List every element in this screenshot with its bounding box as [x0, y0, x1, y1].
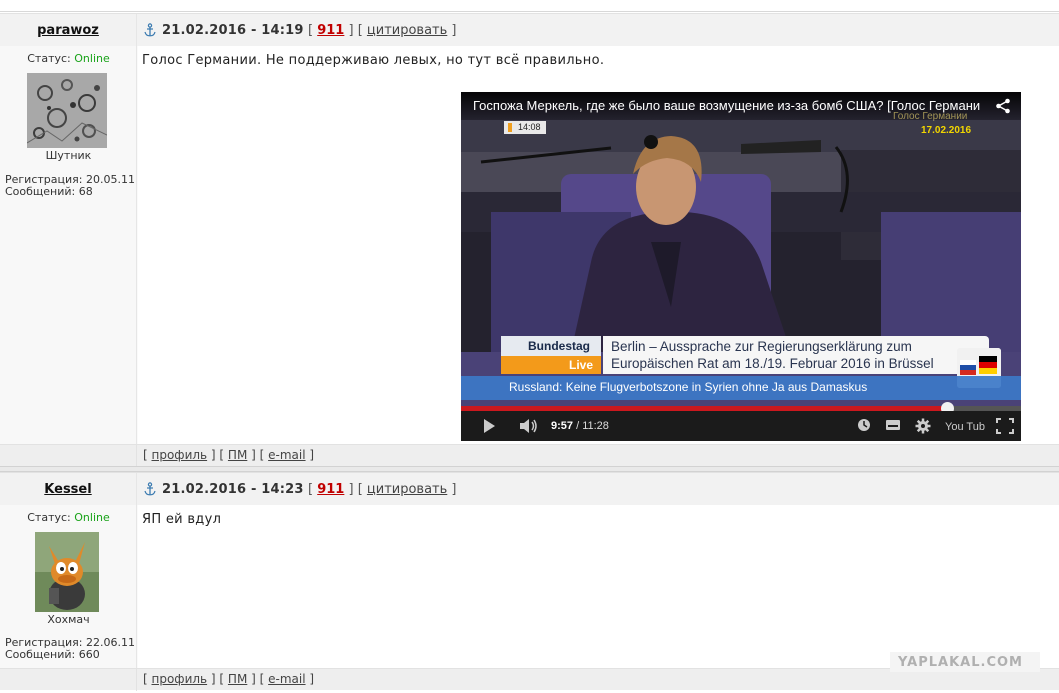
post-meta: 21.02.2016 - 14:23 [ 911 ] [ цитировать …	[138, 473, 1059, 506]
video-channel-watermark: Голос Германии	[893, 111, 968, 122]
online-indicator: Online	[74, 52, 110, 65]
post-tools: [ 911 ] [ цитировать ]	[308, 23, 457, 38]
post-content: ЯП ей вдул	[138, 505, 1059, 668]
quote-link[interactable]: цитировать	[367, 23, 447, 38]
post-number-link[interactable]: 911	[317, 482, 344, 497]
youtube-logo-icon[interactable]: You Tube	[945, 418, 985, 434]
post-text: ЯП ей вдул	[142, 512, 222, 527]
post-header: Kessel 21.02.2016 - 14:23 [ 911 ] [ цити…	[0, 472, 1059, 506]
profile-link[interactable]: профиль	[152, 672, 208, 686]
volume-icon[interactable]	[519, 418, 539, 434]
news-ticker: Russland: Keine Flugverbotszone in Syrie…	[461, 376, 1021, 400]
lower-third-brand: Bundestag	[501, 336, 601, 356]
post-author-cell: parawoz	[0, 14, 137, 47]
post-footer: [ профиль ] [ ПМ ] [ e-mail ]	[0, 444, 1059, 467]
play-icon[interactable]	[481, 418, 497, 434]
ticker-text: Russland: Keine Flugverbotszone in Syrie…	[509, 380, 868, 394]
video-duration: / 11:28	[576, 420, 609, 432]
post-tools: [ 911 ] [ цитировать ]	[308, 482, 457, 497]
profile-link[interactable]: профиль	[152, 448, 208, 462]
post-header: parawoz 21.02.2016 - 14:19 [ 911 ] [ цит…	[0, 13, 1059, 47]
avatar	[35, 532, 99, 612]
lower-third-headline: Berlin – Aussprache zur Regierungserklär…	[603, 336, 989, 374]
user-message-count: Сообщений: 660	[5, 648, 100, 661]
pm-link[interactable]: ПМ	[228, 448, 247, 462]
footer-left-cell	[0, 445, 137, 467]
post-number-link[interactable]: 911	[317, 23, 344, 38]
video-current-time: 9:57	[551, 420, 574, 432]
user-rank: Шутник	[45, 149, 92, 162]
post-author-cell: Kessel	[0, 473, 137, 506]
username-link[interactable]: Kessel	[44, 482, 91, 497]
post-meta: 21.02.2016 - 14:19 [ 911 ] [ цитировать …	[138, 14, 1059, 47]
email-link[interactable]: e-mail	[268, 448, 305, 462]
lower-third-live: Live	[501, 356, 601, 374]
video-date-overlay: 17.02.2016	[921, 125, 972, 136]
site-watermark: YAPLAKAL.COM	[890, 652, 1040, 672]
embedded-video-player[interactable]: Госпожа Меркель, где же было ваше возмущ…	[461, 92, 1021, 441]
online-indicator: Online	[74, 511, 110, 524]
email-link[interactable]: e-mail	[268, 672, 305, 686]
footer-links: [ профиль ] [ ПМ ] [ e-mail ]	[143, 448, 315, 462]
anchor-icon[interactable]	[144, 23, 156, 37]
footer-links: [ профиль ] [ ПМ ] [ e-mail ]	[143, 672, 315, 686]
video-clock-overlay: 14:08	[504, 121, 546, 134]
video-controls: 9:57 / 11:28 You Tube	[461, 411, 1021, 441]
post-text: Голос Германии. Не поддерживаю левых, но…	[142, 53, 605, 68]
user-status: Статус: Online	[27, 511, 110, 524]
site-watermark-text: YAPLAKAL.COM	[898, 655, 1023, 670]
watch-later-icon[interactable]	[857, 418, 871, 432]
avatar	[27, 73, 107, 148]
captions-icon[interactable]	[885, 418, 901, 432]
svg-text:You Tube: You Tube	[945, 421, 985, 433]
quote-link[interactable]: цитировать	[367, 482, 447, 497]
video-lower-third: Bundestag Live Berlin – Aussprache zur R…	[501, 336, 989, 376]
footer-left-cell	[0, 669, 137, 691]
user-rank: Хохмач	[47, 613, 90, 626]
username-link[interactable]: parawoz	[37, 23, 99, 38]
settings-gear-icon[interactable]	[915, 418, 931, 434]
fullscreen-icon[interactable]	[996, 418, 1014, 434]
anchor-icon[interactable]	[144, 482, 156, 496]
user-info-panel: Статус: Online Шутник Регистрация: 20.05…	[0, 46, 137, 444]
post-datetime: 21.02.2016 - 14:19	[162, 23, 304, 38]
post-datetime: 21.02.2016 - 14:23	[162, 482, 304, 497]
post-body: Статус: Online Хохмач Регистрация: 22.06…	[0, 505, 1059, 668]
user-info-panel: Статус: Online Хохмач Регистрация: 22.06…	[0, 505, 137, 668]
user-status: Статус: Online	[27, 52, 110, 65]
video-time: 9:57 / 11:28	[551, 420, 609, 432]
pm-link[interactable]: ПМ	[228, 672, 247, 686]
headline-line-1: Berlin – Aussprache zur Regierungserklär…	[611, 339, 912, 354]
share-icon[interactable]	[995, 98, 1011, 114]
top-divider	[0, 0, 1059, 12]
user-message-count: Сообщений: 68	[5, 185, 93, 198]
headline-line-2: Europäischen Rat am 18./19. Februar 2016…	[611, 356, 934, 371]
